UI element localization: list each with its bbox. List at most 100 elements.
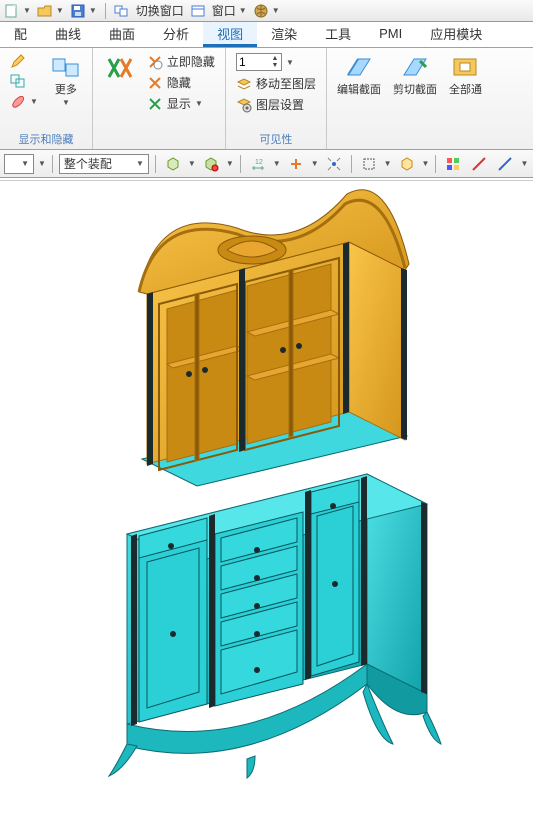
menu-item-view[interactable]: 视图 [203, 22, 257, 47]
group-title: 可见性 [234, 129, 318, 147]
pencil-icon [10, 53, 26, 69]
hide-button[interactable]: 隐藏 [145, 73, 217, 92]
edit-section-button[interactable]: 编辑截面 [335, 52, 383, 98]
menu-item-tools[interactable]: 工具 [311, 22, 365, 47]
separator [52, 155, 53, 173]
spin-up-icon[interactable]: ▲ [269, 55, 281, 62]
tb-cube-drop[interactable]: ▼ [188, 159, 196, 168]
tb-plus-icon[interactable] [285, 153, 307, 175]
more-icon [50, 54, 82, 82]
hide-label: 隐藏 [167, 74, 191, 91]
layer-number-box[interactable]: ▲▼ [236, 53, 282, 71]
window-label[interactable]: 窗口 [212, 2, 236, 19]
tb-point-icon[interactable] [323, 153, 345, 175]
menu-item-config[interactable]: 配 [0, 22, 41, 47]
qat-globe-icon[interactable] [253, 3, 269, 19]
tb-line-drop[interactable]: ▼ [520, 159, 528, 168]
tb-select-rect-icon[interactable] [358, 153, 380, 175]
layer-number-input[interactable] [237, 55, 269, 69]
layers-icon [236, 76, 252, 92]
qat-save-drop[interactable]: ▼ [89, 6, 97, 15]
menu-item-pmi[interactable]: PMI [365, 22, 416, 47]
tb-select-drop[interactable]: ▼ [384, 159, 392, 168]
ribbon-group-section: 编辑截面 剪切截面 全部通 [327, 48, 492, 149]
qat-save-icon[interactable] [70, 3, 86, 19]
menu-label: 曲面 [109, 24, 135, 43]
tb-line2-icon[interactable] [494, 153, 516, 175]
edit-section-icon [343, 54, 375, 82]
tb-cube-icon[interactable] [162, 153, 184, 175]
spin-down-icon[interactable]: ▼ [269, 62, 281, 69]
menu-label: 曲线 [55, 24, 81, 43]
all-through-button[interactable]: 全部通 [447, 52, 484, 98]
move-to-layer-button[interactable]: 移动至图层 [234, 74, 318, 93]
qat-new-icon[interactable] [4, 3, 20, 19]
tb-plus-drop[interactable]: ▼ [311, 159, 319, 168]
ribbon-group-2: 立即隐藏 隐藏 显示 ▼ [93, 48, 226, 149]
qat-open-drop[interactable]: ▼ [56, 6, 64, 15]
layer-settings-button[interactable]: 图层设置 [234, 95, 318, 114]
window-icon[interactable] [190, 3, 206, 19]
ribbon-group-1: ▼ 更多▼ 显示和隐藏 [0, 48, 93, 149]
menu-label: PMI [379, 26, 402, 41]
tb-box-icon[interactable] [396, 153, 418, 175]
layer-settings-label: 图层设置 [256, 96, 304, 113]
immediate-hide-icon [147, 54, 163, 70]
menu-label: 工具 [325, 24, 351, 43]
menu-label: 分析 [163, 24, 189, 43]
show-hide-icon [103, 54, 135, 82]
viewport-3d[interactable] [0, 180, 533, 817]
separator [435, 155, 436, 173]
tb-dim-drop[interactable]: ▼ [273, 159, 281, 168]
menu-item-curve[interactable]: 曲线 [41, 22, 95, 47]
qat-open-icon[interactable] [37, 3, 53, 19]
rects-icon [10, 73, 26, 89]
menu-bar: 配 曲线 曲面 分析 视图 渲染 工具 PMI 应用模块 [0, 22, 533, 48]
hide-icon [147, 75, 163, 91]
switch-window-icon[interactable] [114, 3, 130, 19]
tb-cube2-icon[interactable] [200, 153, 222, 175]
rbtn-brush[interactable]: ▼ [8, 92, 40, 110]
clip-section-icon [399, 54, 431, 82]
ribbon-group-visibility: ▲▼ ▼ 移动至图层 图层设置 可见性 [226, 48, 327, 149]
assembly-label: 整个装配 [64, 155, 112, 172]
edit-section-label: 编辑截面 [337, 84, 381, 96]
show-icon [147, 96, 163, 112]
assembly-combo[interactable]: 整个装配▼ [59, 154, 149, 174]
svg-text:12: 12 [255, 159, 263, 166]
group-spacer [101, 133, 217, 147]
tb-palette-icon[interactable] [442, 153, 464, 175]
menu-item-analysis[interactable]: 分析 [149, 22, 203, 47]
clip-section-button[interactable]: 剪切截面 [391, 52, 439, 98]
all-through-label: 全部通 [449, 84, 482, 96]
show-button[interactable]: 显示 ▼ [145, 94, 217, 113]
combo-extra-drop[interactable]: ▼ [38, 159, 46, 168]
quick-access-toolbar: ▼ ▼ ▼ 切换窗口 窗口 ▼ ▼ [0, 0, 533, 22]
qat-globe-drop[interactable]: ▼ [272, 6, 280, 15]
left-combo[interactable]: ▼ [4, 154, 34, 174]
menu-item-surface[interactable]: 曲面 [95, 22, 149, 47]
window-drop[interactable]: ▼ [239, 6, 247, 15]
menu-label: 视图 [217, 24, 243, 43]
menu-item-render[interactable]: 渲染 [257, 22, 311, 47]
tb-cube2-drop[interactable]: ▼ [226, 159, 234, 168]
tb-line1-icon[interactable] [468, 153, 490, 175]
menu-label: 配 [14, 24, 27, 43]
more-button[interactable]: 更多▼ [48, 52, 84, 111]
show-hide-button[interactable] [101, 52, 137, 84]
immediate-hide-label: 立即隐藏 [167, 53, 215, 70]
immediate-hide-button[interactable]: 立即隐藏 [145, 52, 217, 71]
secondary-toolbar: ▼ ▼ 整个装配▼ ▼ ▼ 12 ▼ ▼ ▼ ▼ ▼ [0, 150, 533, 178]
separator [351, 155, 352, 173]
switch-window-label[interactable]: 切换窗口 [136, 2, 184, 19]
tb-box-drop[interactable]: ▼ [422, 159, 430, 168]
show-label: 显示 [167, 95, 191, 112]
tb-dim-icon[interactable]: 12 [247, 153, 269, 175]
rbtn-pencil[interactable] [8, 52, 40, 70]
menu-label: 应用模块 [430, 24, 482, 43]
ribbon: ▼ 更多▼ 显示和隐藏 立即隐藏 [0, 48, 533, 150]
qat-new-drop[interactable]: ▼ [23, 6, 31, 15]
layer-number[interactable]: ▲▼ ▼ [234, 52, 318, 72]
menu-item-app[interactable]: 应用模块 [416, 22, 496, 47]
rbtn-rects[interactable] [8, 72, 40, 90]
